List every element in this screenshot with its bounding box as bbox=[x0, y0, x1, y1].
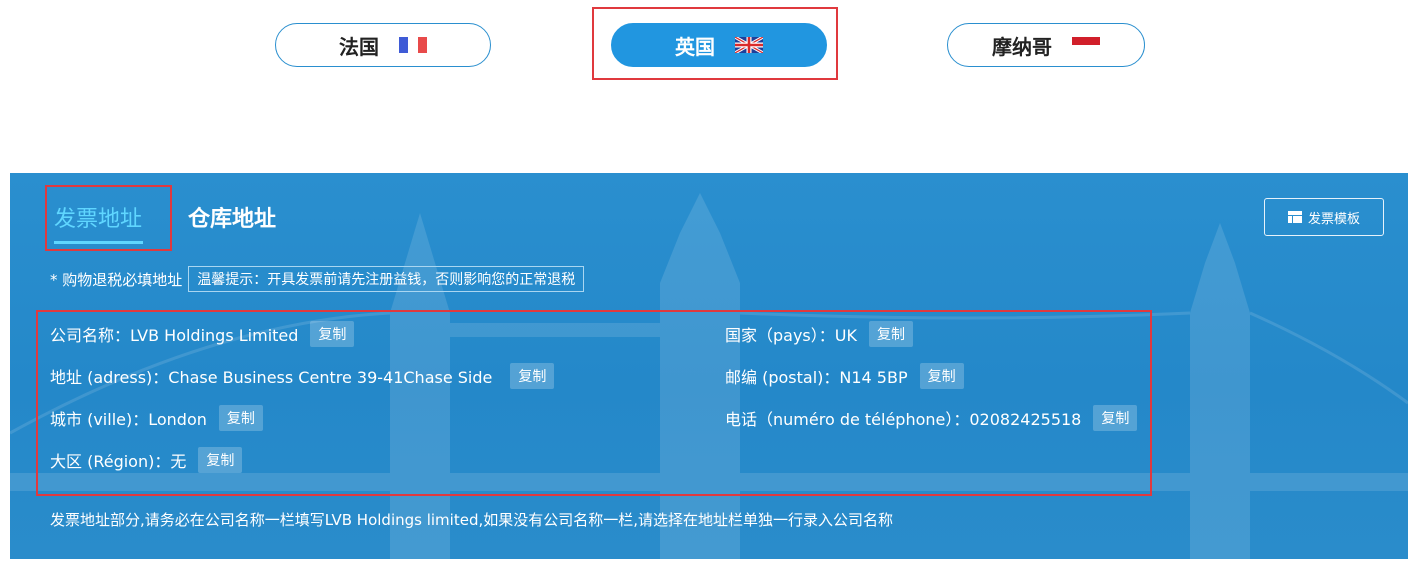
company-row: 公司名称：LVB Holdings Limited 复制 bbox=[50, 321, 355, 347]
tip-box: 温馨提示：开具发票前请先注册益钱，否则影响您的正常退税 bbox=[188, 266, 585, 292]
invoice-template-label: 发票模板 bbox=[1307, 211, 1360, 227]
monaco-flag-icon bbox=[1072, 37, 1100, 53]
copy-phone-button[interactable]: 复制 bbox=[1093, 405, 1138, 431]
region-text: 大区 (Région)：无 bbox=[50, 452, 187, 471]
highlight-box-invoice-tab bbox=[45, 185, 172, 251]
country-label-uk: 英国 bbox=[675, 34, 715, 59]
phone-row: 电话（numéro de téléphone）：02082425518 复制 bbox=[725, 405, 1138, 431]
address-text: 地址 (adress)：Chase Business Centre 39-41C… bbox=[50, 368, 493, 387]
phone-text: 电话（numéro de téléphone）：02082425518 bbox=[725, 410, 1082, 429]
region-row: 大区 (Région)：无 复制 bbox=[50, 447, 243, 473]
invoice-note: 发票地址部分,请务必在公司名称一栏填写LVB Holdings limited,… bbox=[50, 511, 894, 529]
address-row: 地址 (adress)：Chase Business Centre 39-41C… bbox=[50, 363, 555, 389]
copy-postal-button[interactable]: 复制 bbox=[919, 363, 964, 389]
company-text: 公司名称：LVB Holdings Limited bbox=[50, 326, 299, 345]
postal-text: 邮编 (postal)：N14 5BP bbox=[725, 368, 908, 387]
copy-region-button[interactable]: 复制 bbox=[198, 447, 243, 473]
copy-address-button[interactable]: 复制 bbox=[510, 363, 555, 389]
required-label: * 购物退税必填地址 bbox=[50, 270, 183, 289]
uk-flag-icon bbox=[735, 37, 763, 53]
country-text: 国家（pays）：UK bbox=[725, 326, 857, 345]
address-panel: 发票地址 仓库地址 发票模板 * 购物退税必填地址 温馨提示：开具发票前请先注册… bbox=[10, 173, 1408, 559]
copy-city-button[interactable]: 复制 bbox=[218, 405, 263, 431]
copy-country-button[interactable]: 复制 bbox=[868, 321, 913, 347]
copy-company-button[interactable]: 复制 bbox=[310, 321, 355, 347]
invoice-template-button[interactable]: 发票模板 bbox=[1264, 198, 1384, 236]
country-label-france: 法国 bbox=[339, 34, 379, 59]
required-address-line: * 购物退税必填地址 温馨提示：开具发票前请先注册益钱，否则影响您的正常退税 bbox=[50, 266, 585, 292]
country-row: 国家（pays）：UK 复制 bbox=[725, 321, 913, 347]
table-icon bbox=[1287, 211, 1302, 223]
country-label-monaco: 摩纳哥 bbox=[992, 34, 1052, 59]
country-tab-monaco[interactable]: 摩纳哥 bbox=[947, 23, 1145, 67]
country-tab-uk[interactable]: 英国 bbox=[611, 23, 827, 67]
country-tab-france[interactable]: 法国 bbox=[275, 23, 491, 67]
city-text: 城市 (ville)：London bbox=[50, 410, 207, 429]
france-flag-icon bbox=[399, 37, 427, 53]
postal-row: 邮编 (postal)：N14 5BP 复制 bbox=[725, 363, 964, 389]
city-row: 城市 (ville)：London 复制 bbox=[50, 405, 263, 431]
tab-warehouse-address[interactable]: 仓库地址 bbox=[188, 201, 276, 233]
